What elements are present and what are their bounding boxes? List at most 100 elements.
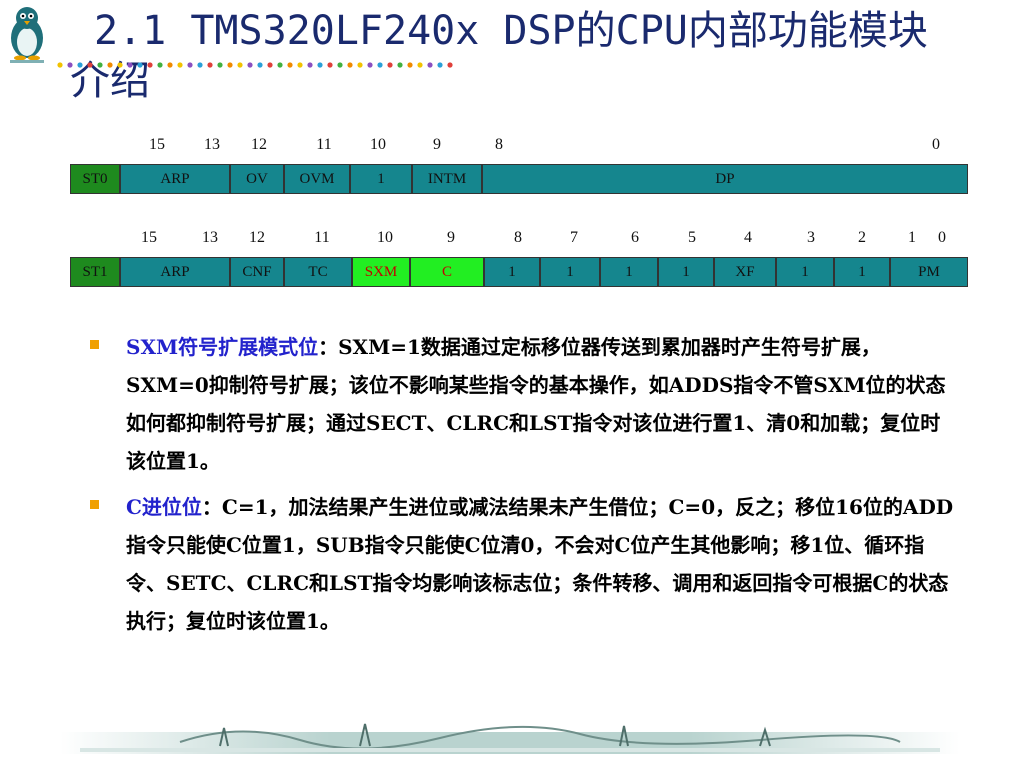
st1-field-cell: ARP: [120, 257, 230, 287]
st0-bit-number: 15: [149, 136, 165, 153]
divider-dot: [137, 62, 143, 68]
st1-bit-number: 6: [631, 229, 639, 246]
st0-field-cell: DP: [482, 164, 968, 194]
st0-field-cell: ARP: [120, 164, 230, 194]
st1-field-cell: SXM: [352, 257, 410, 287]
st1-field-cell: XF: [714, 257, 776, 287]
st0-field-cell: OV: [230, 164, 284, 194]
divider-dot: [437, 62, 443, 68]
divider-dot: [367, 62, 373, 68]
st1-bit-number: 0: [938, 229, 946, 246]
st1-field-cell: 1: [540, 257, 600, 287]
divider-dot: [147, 62, 153, 68]
st1-field-cell: 1: [600, 257, 658, 287]
bullet-sxm-text: SXM符号扩展模式位：SXM=1数据通过定标移位器传送到累加器时产生符号扩展，S…: [126, 328, 958, 480]
st1-bit-number: 7: [570, 229, 578, 246]
st1-bit-number: 8: [514, 229, 522, 246]
divider-dot: [447, 62, 453, 68]
slide-title: 2.1 TMS320LF240x DSP的CPU内部功能模块 介绍: [70, 6, 1010, 106]
divider-dot: [297, 62, 303, 68]
st0-field-cell: 1: [350, 164, 412, 194]
bullet-body: ：C=1，加法结果产生进位或减法结果未产生借位；C=0，反之；移位16位的ADD…: [126, 495, 954, 633]
st0-bit-number: 11: [316, 136, 332, 153]
divider-dot: [87, 62, 93, 68]
divider-dot: [277, 62, 283, 68]
divider-dot: [107, 62, 113, 68]
st1-bit-number: 3: [807, 229, 815, 246]
st1-bit-number: 11: [314, 229, 330, 246]
st1-bit-number: 4: [744, 229, 752, 246]
penguin-logo-icon: [10, 7, 44, 63]
st1-field-cell: ST1: [70, 257, 120, 287]
st1-field-cell: 1: [658, 257, 714, 287]
st1-field-cell: C: [410, 257, 484, 287]
divider-dot: [347, 62, 353, 68]
divider-dot: [247, 62, 253, 68]
divider-dot: [177, 62, 183, 68]
st0-bit-number: 12: [251, 136, 267, 153]
divider-dot: [197, 62, 203, 68]
st1-field-cell: TC: [284, 257, 352, 287]
divider-dot: [337, 62, 343, 68]
divider-dot: [217, 62, 223, 68]
footer-landscape-decoration: [60, 723, 960, 754]
st1-bit-number: 12: [249, 229, 265, 246]
bullet-carry-text: C进位位：C=1，加法结果产生进位或减法结果未产生借位；C=0，反之；移位16位…: [126, 488, 958, 640]
st1-field-cell: 1: [776, 257, 834, 287]
bullet-term: C进位位: [126, 495, 202, 519]
st0-field-cell: OVM: [284, 164, 350, 194]
divider-dot: [237, 62, 243, 68]
divider-dot: [307, 62, 313, 68]
bullet-term: SXM符号扩展模式位: [126, 335, 319, 359]
st0-bit-number: 0: [932, 136, 940, 153]
slide-title-line1: 2.1 TMS320LF240x DSP的CPU内部功能模块: [94, 8, 928, 54]
square-bullet-icon: [90, 340, 99, 349]
st0-register: ST0 ARP OV OVM 1 INTM DP: [0, 164, 1024, 194]
divider-dot: [287, 62, 293, 68]
divider-dot: [67, 62, 73, 68]
st1-field-cell: CNF: [230, 257, 284, 287]
divider-dot: [257, 62, 263, 68]
dotted-divider: [57, 62, 453, 68]
bullet-list: SXM符号扩展模式位：SXM=1数据通过定标移位器传送到累加器时产生符号扩展，S…: [88, 328, 958, 648]
divider-dot: [77, 62, 83, 68]
divider-dot: [317, 62, 323, 68]
st0-bit-number: 13: [204, 136, 220, 153]
divider-dot: [127, 62, 133, 68]
st0-bit-number: 10: [370, 136, 386, 153]
st1-register: ST1 ARP CNF TC SXM C 1 1 1 1 XF 1 1 PM: [0, 257, 1024, 287]
divider-dot: [357, 62, 363, 68]
divider-dot: [417, 62, 423, 68]
st0-field-cell: ST0: [70, 164, 120, 194]
st1-bit-number: 9: [447, 229, 455, 246]
divider-dot: [397, 62, 403, 68]
st1-bit-number: 5: [688, 229, 696, 246]
divider-dot: [117, 62, 123, 68]
st1-bit-number: 13: [202, 229, 218, 246]
st1-bit-number: 2: [858, 229, 866, 246]
st0-bit-number: 9: [433, 136, 441, 153]
divider-dot: [407, 62, 413, 68]
divider-dot: [427, 62, 433, 68]
divider-dot: [167, 62, 173, 68]
bullet-sxm: SXM符号扩展模式位：SXM=1数据通过定标移位器传送到累加器时产生符号扩展，S…: [88, 328, 958, 480]
st1-bit-number: 15: [141, 229, 157, 246]
divider-dot: [267, 62, 273, 68]
divider-dot: [157, 62, 163, 68]
divider-dot: [377, 62, 383, 68]
square-bullet-icon: [90, 500, 99, 509]
divider-dot: [227, 62, 233, 68]
st0-field-cell: INTM: [412, 164, 482, 194]
st1-field-cell: 1: [834, 257, 890, 287]
st0-bit-number: 8: [495, 136, 503, 153]
divider-dot: [327, 62, 333, 68]
st1-field-cell: 1: [484, 257, 540, 287]
divider-dot: [387, 62, 393, 68]
bullet-carry: C进位位：C=1，加法结果产生进位或减法结果未产生借位；C=0，反之；移位16位…: [88, 488, 958, 640]
divider-dot: [97, 62, 103, 68]
st1-bit-number: 1: [908, 229, 916, 246]
divider-dot: [187, 62, 193, 68]
st1-bit-number: 10: [377, 229, 393, 246]
st1-field-cell: PM: [890, 257, 968, 287]
divider-dot: [57, 62, 63, 68]
